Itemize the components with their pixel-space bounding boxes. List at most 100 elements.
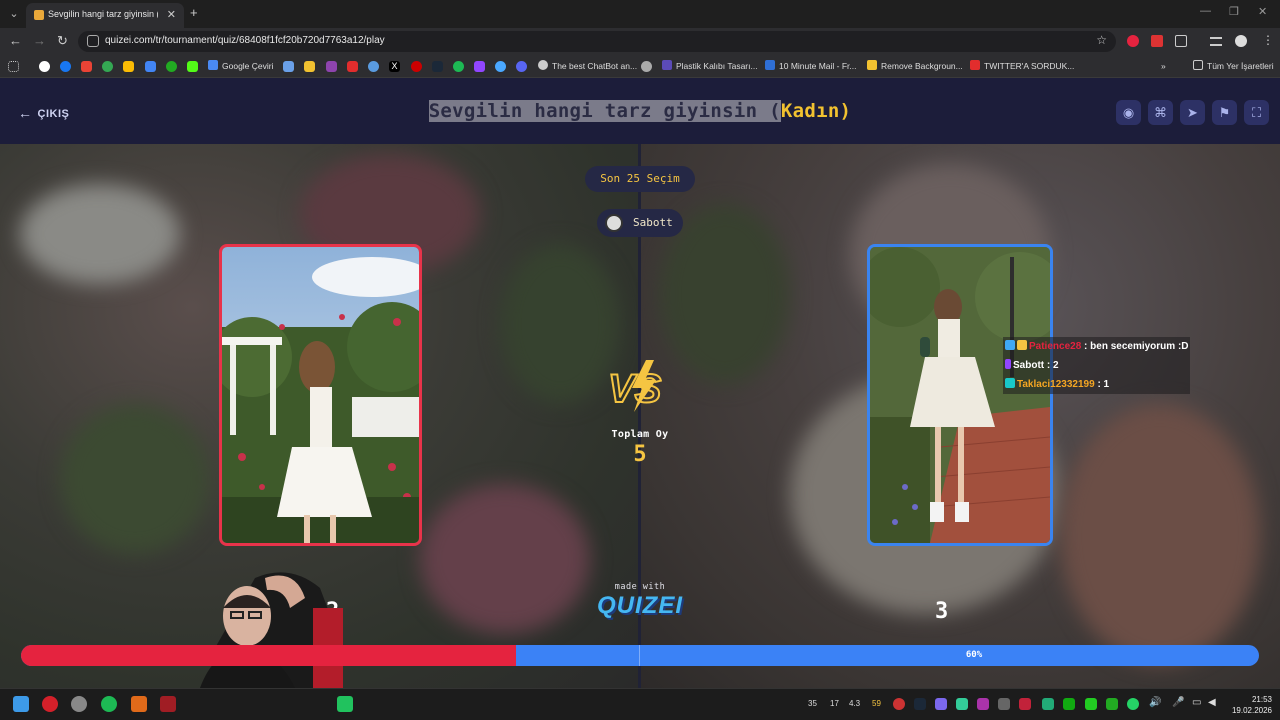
extension-ruby-icon[interactable]: [1127, 35, 1139, 47]
browser-toolbar: ← → ↻ quizei.com/tr/tournament/quiz/6840…: [0, 28, 1280, 55]
bookmark-star-icon[interactable]: ☆: [1096, 33, 1107, 47]
svg-text:VS: VS: [608, 367, 662, 411]
quizei-logo[interactable]: QUIZEI: [580, 592, 700, 620]
bookmark-youtube-icon[interactable]: [347, 61, 358, 72]
bookmark-icon-1[interactable]: [283, 61, 294, 72]
tray-app-icon[interactable]: [1042, 698, 1054, 710]
tray-app-icon[interactable]: [1063, 698, 1075, 710]
network-icon[interactable]: ▭: [1192, 697, 1201, 708]
site-info-icon[interactable]: [87, 35, 99, 47]
total-votes-label: Toplam Oy: [611, 429, 669, 440]
bookmark-item[interactable]: Plastik Kalıbı Tasarı...: [662, 60, 758, 73]
bookmark-gemini-icon[interactable]: [166, 61, 177, 72]
speaker-icon[interactable]: ◀: [1208, 697, 1216, 708]
bookmarks-overflow-icon[interactable]: »: [1161, 60, 1166, 73]
taskbar-app-icon[interactable]: [131, 696, 147, 712]
tray-app-icon[interactable]: [1019, 698, 1031, 710]
spotify-icon[interactable]: [101, 696, 117, 712]
back-icon[interactable]: ←: [9, 33, 22, 48]
system-clock[interactable]: 21:53 19.02.2026: [1226, 694, 1272, 716]
right-vote-percent: 60%: [965, 650, 983, 660]
apps-grid-icon[interactable]: [8, 61, 19, 72]
bookmark-item[interactable]: 10 Minute Mail - Fr...: [765, 60, 856, 73]
tray-app-icon[interactable]: [956, 698, 968, 710]
bookmark-item[interactable]: The best ChatBot an...: [538, 60, 637, 73]
tray-app-icon[interactable]: [1106, 698, 1118, 710]
forward-icon[interactable]: →: [33, 33, 46, 48]
stream-chat-overlay: Patience28 : ben secemiyorum :D Sabott :…: [1003, 337, 1190, 394]
new-tab-icon[interactable]: +: [190, 5, 198, 20]
option-left-image: [222, 247, 419, 543]
bookmark-icon-6[interactable]: [495, 61, 506, 72]
versus-lightning-icon: VS: [607, 360, 663, 412]
quiz-header: ← ÇIKIŞ Sevgilin hangi tarz giyinsin (Kad…: [0, 78, 1280, 144]
start-windows-icon[interactable]: [13, 696, 29, 712]
bookmark-item[interactable]: TWITTER'A SORDUK...: [970, 60, 1074, 73]
taskbar-app-icon[interactable]: [42, 696, 58, 712]
bookmark-x-icon[interactable]: X: [389, 61, 400, 72]
whatsapp-tray-icon[interactable]: [1127, 698, 1139, 710]
volume-icon[interactable]: 🔊: [1149, 697, 1161, 708]
tray-app-icon[interactable]: [1085, 698, 1097, 710]
send-icon: ➤: [1187, 105, 1198, 120]
bookmark-gmail-icon[interactable]: [81, 61, 92, 72]
tray-app-icon[interactable]: [977, 698, 989, 710]
minimize-icon[interactable]: —: [1200, 5, 1211, 17]
bookmark-kick-icon[interactable]: [187, 61, 198, 72]
all-bookmarks-folder[interactable]: Tüm Yer İşaretleri: [1193, 60, 1274, 73]
share-link-button[interactable]: ⌘: [1148, 100, 1173, 125]
tray-app-icon[interactable]: [893, 698, 905, 710]
bookmark-icon-3[interactable]: [326, 61, 337, 72]
reading-list-icon[interactable]: [1210, 37, 1222, 46]
taskbar-app-icon[interactable]: [160, 696, 176, 712]
steam-tray-icon[interactable]: [914, 698, 926, 710]
option-right-image: [870, 247, 1050, 543]
bookmark-icon-5[interactable]: [411, 61, 422, 72]
bookmark-globe-icon[interactable]: [641, 61, 652, 72]
send-button[interactable]: ➤: [1180, 100, 1205, 125]
bookmark-facebook-icon[interactable]: [60, 61, 71, 72]
tray-stat: 17: [830, 699, 839, 708]
report-flag-button[interactable]: ⚑: [1212, 100, 1237, 125]
bookmark-steam-icon[interactable]: [432, 61, 443, 72]
bookmark-google-icon[interactable]: [39, 61, 50, 72]
extension-pdf-icon[interactable]: [1151, 35, 1163, 47]
option-card-left[interactable]: [219, 244, 422, 546]
tray-app-icon[interactable]: [998, 698, 1010, 710]
quiz-title: Sevgilin hangi tarz giyinsin (Kadın): [428, 100, 852, 122]
bookmark-spotify-icon[interactable]: [453, 61, 464, 72]
flag-icon: ⚑: [1218, 105, 1231, 120]
profile-avatar[interactable]: [1235, 35, 1247, 47]
tab-close-icon[interactable]: ✕: [167, 8, 176, 21]
bookmark-maps-icon[interactable]: [102, 61, 113, 72]
window-close-icon[interactable]: ✕: [1258, 5, 1267, 18]
view-eye-button[interactable]: ◉: [1116, 100, 1141, 125]
menu-kebab-icon[interactable]: ⋮: [1262, 33, 1274, 47]
reload-icon[interactable]: ↻: [57, 33, 68, 49]
recent-choices-button[interactable]: Son 25 Seçim: [585, 166, 695, 192]
clock-time: 21:53: [1251, 695, 1272, 704]
tab-favicon-icon: [34, 10, 44, 20]
restore-icon[interactable]: ❐: [1229, 5, 1239, 18]
taskbar-app-icon[interactable]: [71, 696, 87, 712]
bookmark-drive-icon[interactable]: [123, 61, 134, 72]
option-card-right[interactable]: [867, 244, 1053, 546]
bookmark-icon-2[interactable]: [304, 61, 315, 72]
browser-tab-strip: ⌄ Sevgilin hangi tarz giyinsin (Kadın) ✕…: [0, 0, 1280, 28]
bookmark-item[interactable]: Google Çeviri: [208, 60, 274, 73]
taskbar-app-icon[interactable]: [337, 696, 353, 712]
chat-badge-icon: [1005, 378, 1015, 388]
fullscreen-button[interactable]: ⛶: [1244, 100, 1269, 125]
extensions-puzzle-icon[interactable]: [1175, 35, 1187, 47]
user-chip[interactable]: Sabott: [597, 209, 683, 237]
bookmark-twitch-icon[interactable]: [474, 61, 485, 72]
bookmark-photos-icon[interactable]: [145, 61, 156, 72]
tab-search-chevron-icon[interactable]: ⌄: [5, 5, 23, 23]
bookmark-item[interactable]: Remove Backgroun...: [867, 60, 963, 73]
microphone-icon[interactable]: 🎤: [1172, 697, 1184, 708]
address-bar[interactable]: quizei.com/tr/tournament/quiz/68408f1fcf…: [78, 31, 1116, 52]
browser-tab[interactable]: Sevgilin hangi tarz giyinsin (Kadın) ✕: [26, 3, 184, 28]
bookmark-icon-4[interactable]: [368, 61, 379, 72]
bookmark-icon-7[interactable]: [516, 61, 527, 72]
tray-app-icon[interactable]: [935, 698, 947, 710]
